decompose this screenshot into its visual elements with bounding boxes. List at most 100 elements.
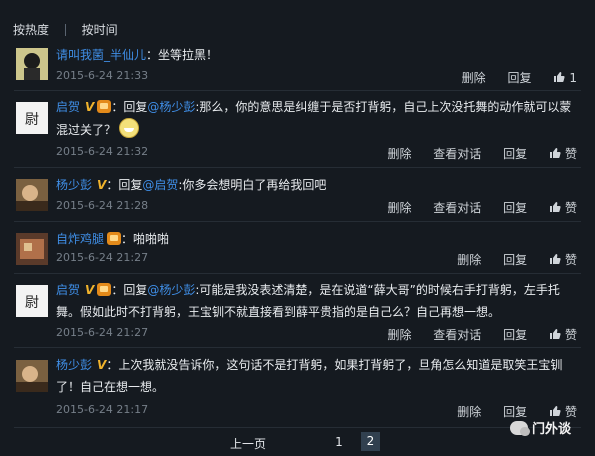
divider [14,167,581,168]
commenter-name[interactable]: 杨少彭 [56,178,92,192]
prev-page-button[interactable]: 上一页 [230,435,266,452]
mention-link[interactable]: @启贺 [142,178,178,192]
page-2-button[interactable]: 2 [361,432,380,451]
member-crown-icon [97,283,112,296]
grin-emoji-icon [119,118,140,138]
member-crown-icon [97,100,112,113]
sort-tabs: 按热度 按时间 [13,21,118,38]
reply-button[interactable]: 回复 [503,328,527,342]
reply-label: ：回复 [111,100,148,114]
comment-body: 杨少彭 V：上次我就没告诉你，这句话不是打背躬，如果打背躬了，旦角怎么知道是取笑王… [56,354,577,398]
avatar-image [16,360,48,392]
wechat-icon [510,421,530,436]
avatar-image [16,233,48,265]
thumbs-up-icon [549,328,561,340]
commenter-name[interactable]: 杨少彭 [56,358,92,372]
comment-date: 2015-6-24 21:17 [56,403,149,416]
like-label: 赞 [564,405,577,419]
thumbs-up-icon [549,405,561,417]
avatar-image [16,179,48,211]
page-1-button[interactable]: 1 [332,435,346,449]
avatar[interactable]: 尉 [16,102,48,134]
reply-label: ：回复 [111,283,148,297]
svg-text:尉: 尉 [25,112,39,128]
comment-meta: 2015-6-24 21:33 删除 回复 1 [56,69,577,87]
mention-link[interactable]: @杨少彭 [147,283,195,297]
view-conversation-button[interactable]: 查看对话 [433,201,481,215]
comment-text: ：啪啪啪 [121,232,170,246]
svg-text:尉: 尉 [25,295,39,311]
divider [14,273,581,274]
thumbs-up-icon [549,201,561,213]
avatar-image: 尉 [16,102,48,134]
like-label: 赞 [564,147,577,161]
comment-meta: 2015-6-24 21:27 删除 回复 赞 [56,251,577,269]
delete-button[interactable]: 删除 [457,253,481,267]
comment-meta: 2015-6-24 21:28 删除 查看对话 回复 赞 [56,199,577,217]
tab-separator [64,24,66,36]
avatar-image: 尉 [16,285,48,317]
comment-meta: 2015-6-24 21:27 删除 查看对话 回复 赞 [56,326,577,344]
thumbs-up-icon [549,147,561,159]
comment-actions: 删除 查看对话 回复 赞 [369,199,577,216]
comment-text: ：坐等拉黑！ [146,48,219,62]
comment-body: 启贺 V ：回复@杨少彭:那么，你的意思是纠缠于是否打背躬，自己上次没托舞的动作就可… [56,96,577,141]
reply-button[interactable]: 回复 [503,405,527,419]
mention-link[interactable]: @杨少彭 [147,100,195,114]
comment-date: 2015-6-24 21:32 [56,145,149,158]
avatar[interactable] [16,48,48,80]
like-button[interactable]: 赞 [549,253,577,267]
delete-button[interactable]: 删除 [457,405,481,419]
avatar[interactable] [16,179,48,211]
commenter-name[interactable]: 自炸鸡腿 [56,232,104,246]
member-crown-icon [107,232,122,245]
reply-button[interactable]: 回复 [508,71,532,85]
comment-actions: 删除 回复 1 [444,69,577,86]
commenter-name[interactable]: 请叫我菌_半仙儿 [56,48,146,62]
comment-meta: 2015-6-24 21:32 删除 查看对话 回复 赞 [56,145,577,163]
delete-button[interactable]: 删除 [462,71,486,85]
comment-actions: 删除 查看对话 回复 赞 [369,145,577,162]
delete-button[interactable]: 删除 [387,201,411,215]
tab-by-time[interactable]: 按时间 [82,23,118,37]
comment-date: 2015-6-24 21:27 [56,251,149,264]
delete-button[interactable]: 删除 [387,147,411,161]
reply-button[interactable]: 回复 [503,201,527,215]
avatar[interactable] [16,233,48,265]
thumbs-up-icon [553,71,565,83]
like-label: 赞 [564,328,577,342]
watermark: 门外谈 [510,418,571,437]
comment-meta: 2015-6-24 21:17 删除 回复 赞 [56,403,577,421]
thumbs-up-icon [549,253,561,265]
avatar[interactable]: 尉 [16,285,48,317]
comment-text: ：上次我就没告诉你，这句话不是打背躬，如果打背躬了，旦角怎么知道是取笑王宝钏了！… [56,358,563,394]
comment-body: 请叫我菌_半仙儿：坐等拉黑！ [56,44,577,66]
like-button[interactable]: 赞 [549,328,577,342]
like-button[interactable]: 赞 [549,147,577,161]
view-conversation-button[interactable]: 查看对话 [433,147,481,161]
like-button[interactable]: 1 [553,71,577,85]
avatar[interactable] [16,360,48,392]
reply-button[interactable]: 回复 [503,253,527,267]
divider [14,90,581,91]
reply-button[interactable]: 回复 [503,147,527,161]
commenter-name[interactable]: 启贺 [56,283,80,297]
comment-actions: 删除 回复 赞 [439,251,577,268]
watermark-text: 门外谈 [532,422,572,437]
comment-body: 自炸鸡腿 ：啪啪啪 [56,228,577,250]
delete-button[interactable]: 删除 [387,328,411,342]
avatar-image [16,48,48,80]
like-button[interactable]: 赞 [549,405,577,419]
like-label: 赞 [564,253,577,267]
verified-badge-icon: V [85,100,95,114]
comment-actions: 删除 查看对话 回复 赞 [369,326,577,343]
comment-text: :你多会想明白了再给我回吧 [178,178,327,192]
commenter-name[interactable]: 启贺 [56,100,80,114]
comment-body: 杨少彭 V：回复@启贺:你多会想明白了再给我回吧 [56,174,577,196]
verified-badge-icon: V [97,358,107,372]
view-conversation-button[interactable]: 查看对话 [433,328,481,342]
tab-by-hot[interactable]: 按热度 [13,23,49,37]
like-button[interactable]: 赞 [549,201,577,215]
comment-date: 2015-6-24 21:28 [56,199,149,212]
like-count: 1 [569,71,577,85]
